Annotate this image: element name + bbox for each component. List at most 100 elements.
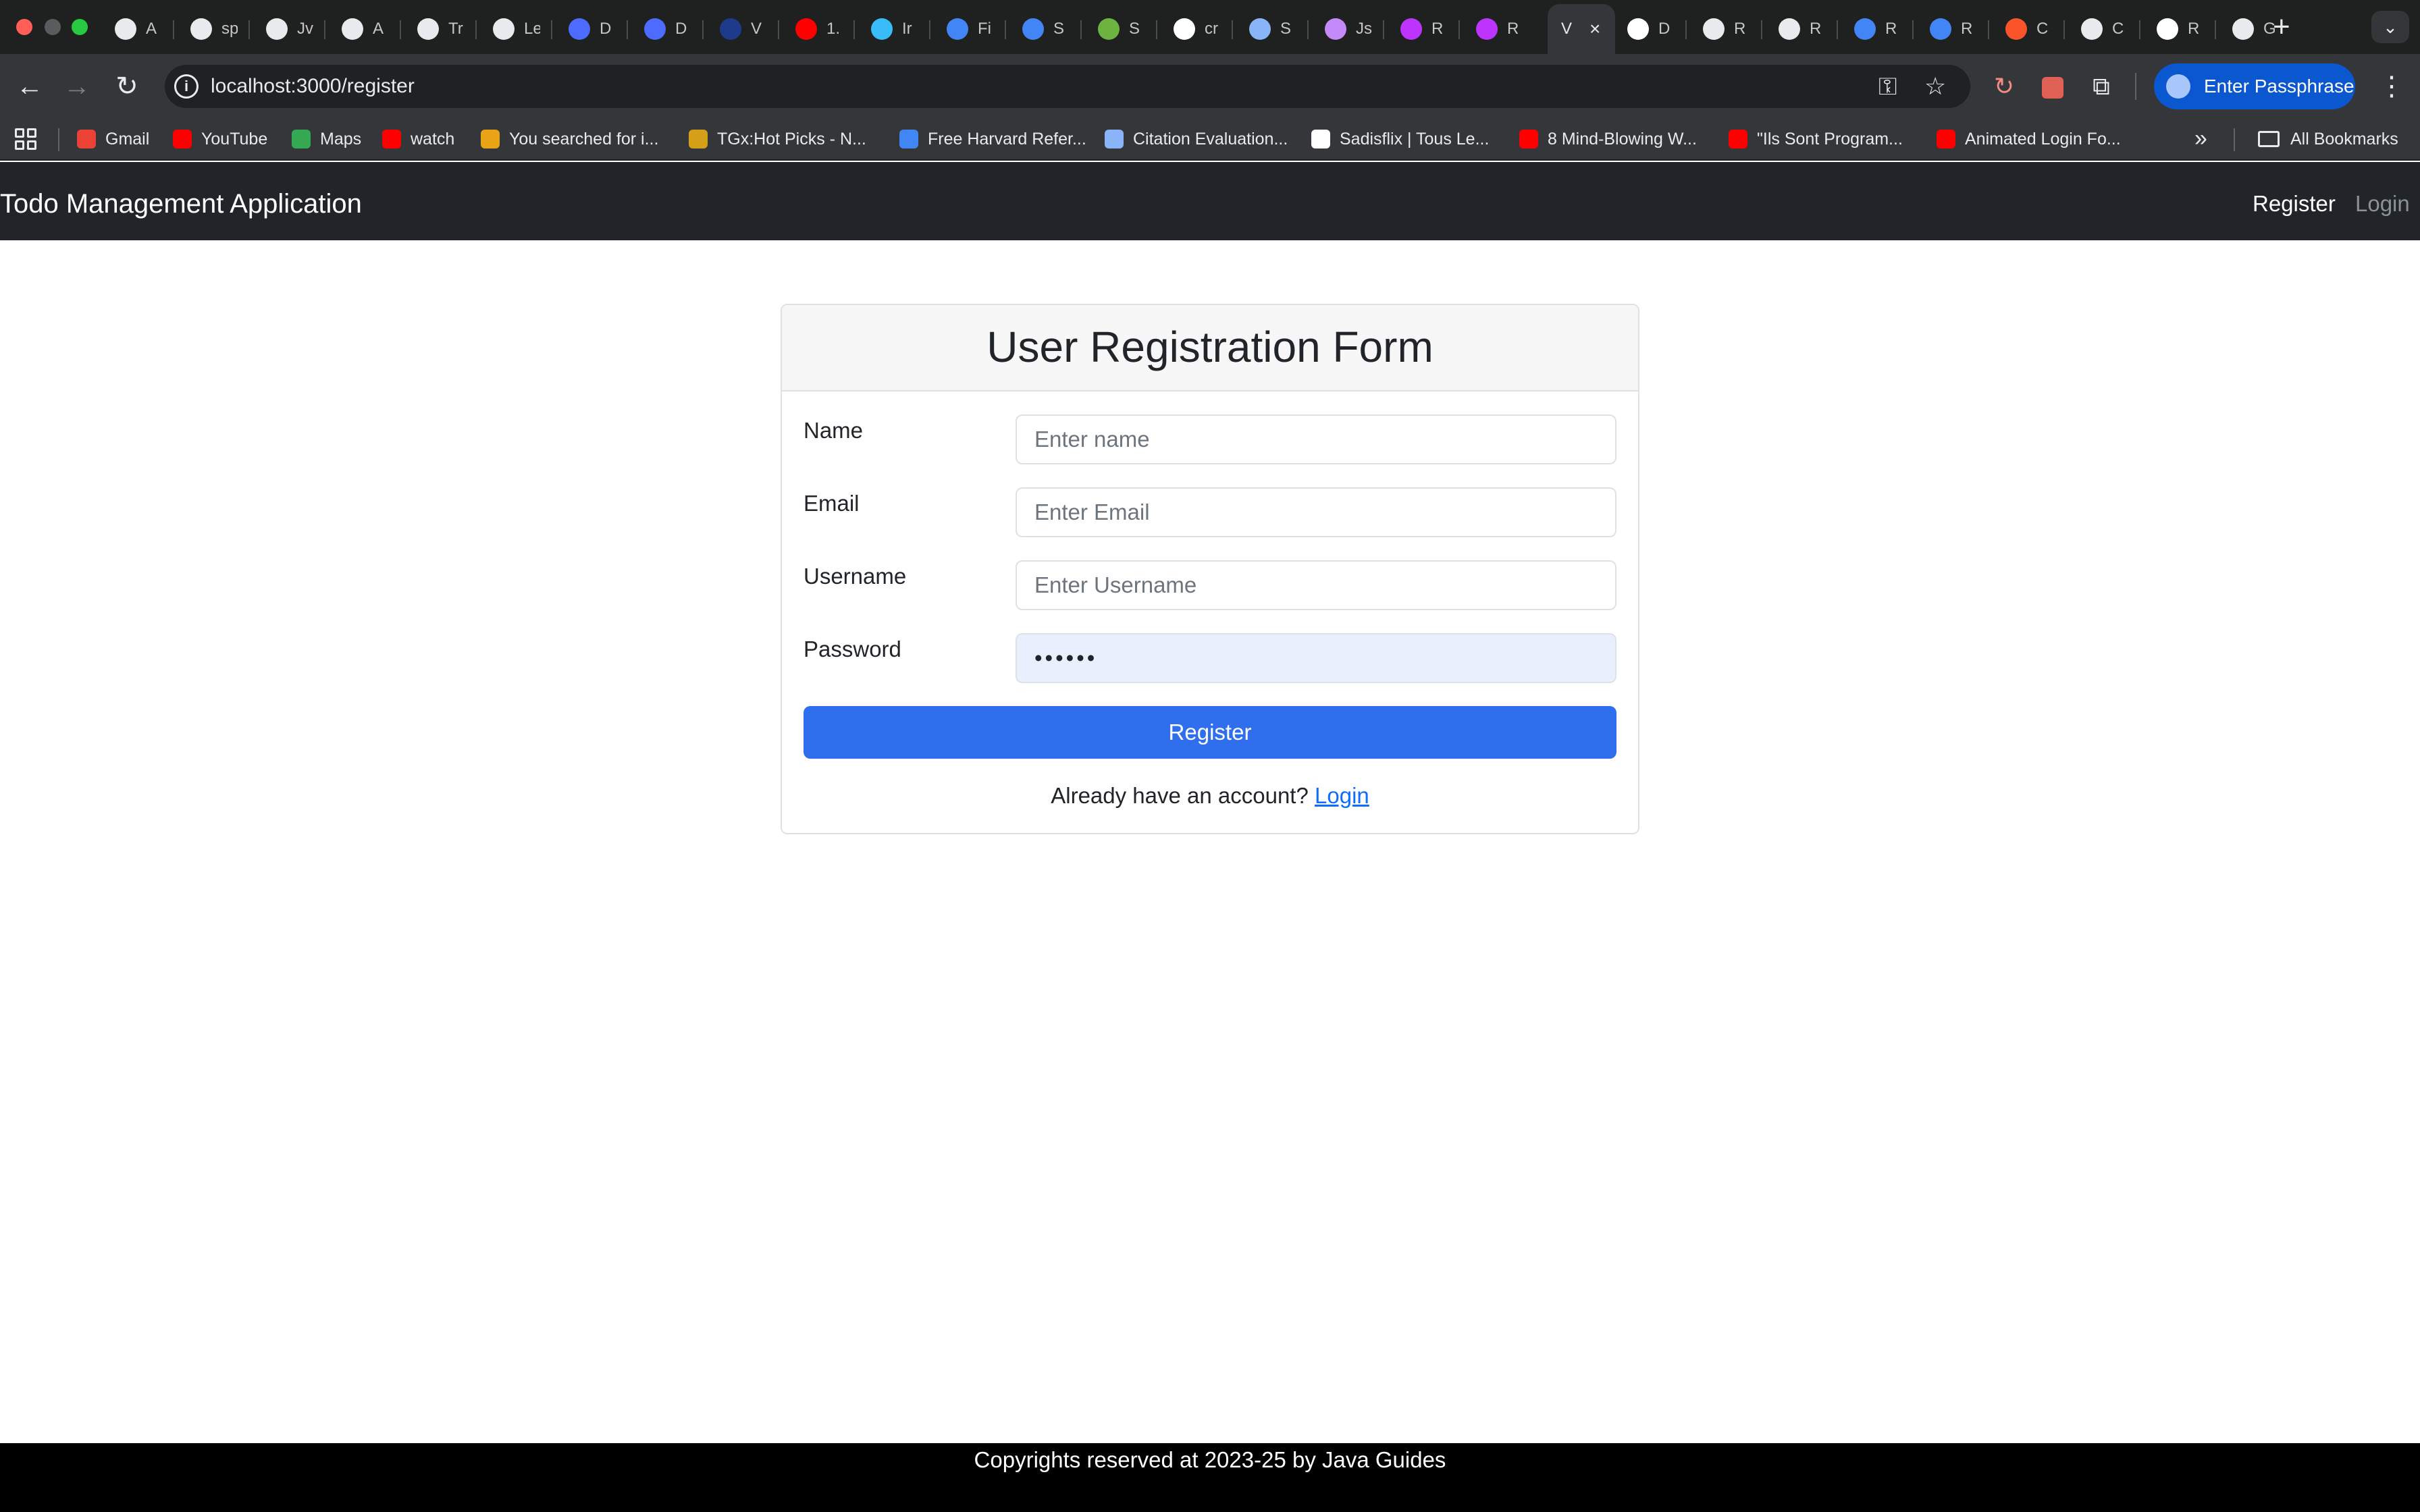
browser-tab[interactable]: S — [1009, 4, 1084, 54]
tab-title: sp — [221, 20, 238, 38]
browser-tab[interactable]: cr — [1160, 4, 1236, 54]
browser-tab[interactable]: S — [1084, 4, 1160, 54]
password-key-icon[interactable]: ⚿ — [1878, 72, 1897, 101]
browser-tab[interactable]: Ir — [858, 4, 933, 54]
browser-tab[interactable]: V — [706, 4, 782, 54]
browser-tab[interactable]: R — [1689, 4, 1765, 54]
tab-title: R — [2188, 20, 2200, 38]
more-bookmarks-icon[interactable]: » — [2194, 126, 2207, 152]
bookmark-label: Animated Login Fo... — [1965, 129, 2121, 148]
tab-title: R — [1961, 20, 1973, 38]
tgx-icon — [689, 130, 708, 148]
extension-icon[interactable] — [2036, 70, 2069, 103]
site-info-icon[interactable]: i — [174, 74, 199, 99]
openai-icon — [417, 18, 439, 40]
bookmark-label: Sadisflix | Tous Le... — [1340, 129, 1490, 148]
password-label: Password — [804, 637, 901, 662]
name-input[interactable] — [1016, 414, 1616, 464]
forward-button[interactable]: → — [58, 68, 96, 105]
tab-separator — [627, 20, 628, 39]
bookmark-item[interactable]: Gmail — [77, 127, 149, 151]
bookmark-item[interactable]: Free Harvard Refer... — [899, 127, 1086, 151]
register-button[interactable]: Register — [804, 706, 1616, 759]
bookmark-item[interactable]: YouTube — [173, 127, 267, 151]
browser-tab[interactable]: D — [631, 4, 706, 54]
profile-label: Enter Passphrase — [2204, 76, 2355, 97]
bookmark-item[interactable]: "Ils Sont Program... — [1729, 127, 1903, 151]
address-bar[interactable] — [165, 65, 1970, 108]
bookmark-item[interactable]: Animated Login Fo... — [1937, 127, 2121, 151]
tab-title: R — [1507, 20, 1519, 38]
all-bookmarks-button[interactable]: All Bookmarks — [2258, 127, 2398, 151]
browser-tab[interactable]: D — [1614, 4, 1689, 54]
bookmark-item[interactable]: You searched for i... — [481, 127, 658, 151]
bookmark-item[interactable]: Maps — [292, 127, 361, 151]
tab-search-button[interactable]: ⌄ — [2371, 11, 2409, 43]
browser-tab[interactable]: A — [101, 4, 177, 54]
bookmark-item[interactable]: TGx:Hot Picks - N... — [689, 127, 866, 151]
browser-tab[interactable]: V × — [1548, 4, 1615, 54]
browser-tab[interactable]: Le — [479, 4, 555, 54]
address-url[interactable]: localhost:3000/register — [211, 74, 415, 99]
close-window-button[interactable] — [16, 19, 32, 35]
browser-tab[interactable]: C — [1992, 4, 2068, 54]
nav-register-link[interactable]: Register — [2253, 190, 2336, 217]
maximize-window-button[interactable] — [72, 19, 88, 35]
profile-button[interactable]: Enter Passphrase — [2154, 63, 2355, 109]
browser-tab[interactable]: R — [1387, 4, 1463, 54]
password-input[interactable] — [1016, 633, 1616, 683]
app-brand[interactable]: Todo Management Application — [0, 188, 362, 220]
bookmarks-divider — [58, 128, 59, 151]
tab-title: Tr — [448, 20, 463, 38]
name-label: Name — [804, 418, 864, 443]
email-input[interactable] — [1016, 487, 1616, 537]
browser-tab[interactable]: Jv — [253, 4, 328, 54]
browser-tab[interactable]: D — [555, 4, 631, 54]
vite-icon — [2157, 18, 2178, 40]
browser-menu-icon[interactable]: ⋮ — [2378, 69, 2405, 104]
bookmark-item[interactable]: watch — [382, 127, 454, 151]
username-input[interactable] — [1016, 560, 1616, 610]
tab-separator — [1458, 20, 1460, 39]
nav-login-link[interactable]: Login — [2355, 190, 2410, 217]
bookmark-item[interactable]: 8 Mind-Blowing W... — [1519, 127, 1697, 151]
tab-title: V — [1561, 20, 1573, 38]
tab-title: Js — [1356, 20, 1372, 38]
apps-grid-icon[interactable] — [15, 128, 36, 150]
extension-refresh-icon[interactable]: ↻ — [1988, 70, 2020, 103]
tab-separator — [1005, 20, 1006, 39]
bookmark-label: Maps — [320, 129, 362, 148]
browser-tab[interactable]: A — [328, 4, 404, 54]
back-button[interactable]: ← — [11, 68, 49, 105]
browser-tab[interactable]: R — [1765, 4, 1841, 54]
new-tab-button[interactable]: + — [2273, 9, 2290, 45]
vite-icon — [1400, 18, 1422, 40]
login-link[interactable]: Login — [1315, 783, 1369, 808]
bookmark-star-icon[interactable]: ☆ — [1924, 72, 1946, 101]
vscode-icon — [720, 18, 741, 40]
minimize-window-button[interactable] — [45, 19, 61, 35]
tools-icon — [1249, 18, 1271, 40]
browser-tab[interactable]: Tr — [404, 4, 479, 54]
browser-tab[interactable]: R — [1463, 4, 1538, 54]
bookmark-item[interactable]: Citation Evaluation... — [1105, 127, 1288, 151]
bookmark-item[interactable]: Sadisflix | Tous Le... — [1311, 127, 1489, 151]
footer-text: Copyrights reserved at 2023-25 by Java G… — [974, 1447, 1446, 1472]
browser-tab[interactable]: R — [1916, 4, 1992, 54]
browser-tab[interactable]: 1. — [782, 4, 858, 54]
browser-tab[interactable]: sp — [177, 4, 253, 54]
browser-tab[interactable]: R — [1841, 4, 1916, 54]
reload-button[interactable]: ↻ — [108, 68, 146, 105]
close-tab-icon[interactable]: × — [1589, 18, 1600, 40]
extensions-puzzle-icon[interactable]: ⧉ — [2085, 70, 2118, 103]
tab-title: A — [146, 20, 157, 38]
bookmark-label: Free Harvard Refer... — [928, 129, 1086, 148]
deepseek-icon — [644, 18, 666, 40]
browser-tab[interactable]: R — [2143, 4, 2219, 54]
browser-tab[interactable]: Js — [1311, 4, 1387, 54]
browser-tab[interactable]: C — [2068, 4, 2143, 54]
tab-title: Ir — [902, 20, 912, 38]
browser-tab[interactable]: S — [1236, 4, 1311, 54]
browser-tab[interactable]: Fi — [933, 4, 1009, 54]
github-icon — [2232, 18, 2254, 40]
